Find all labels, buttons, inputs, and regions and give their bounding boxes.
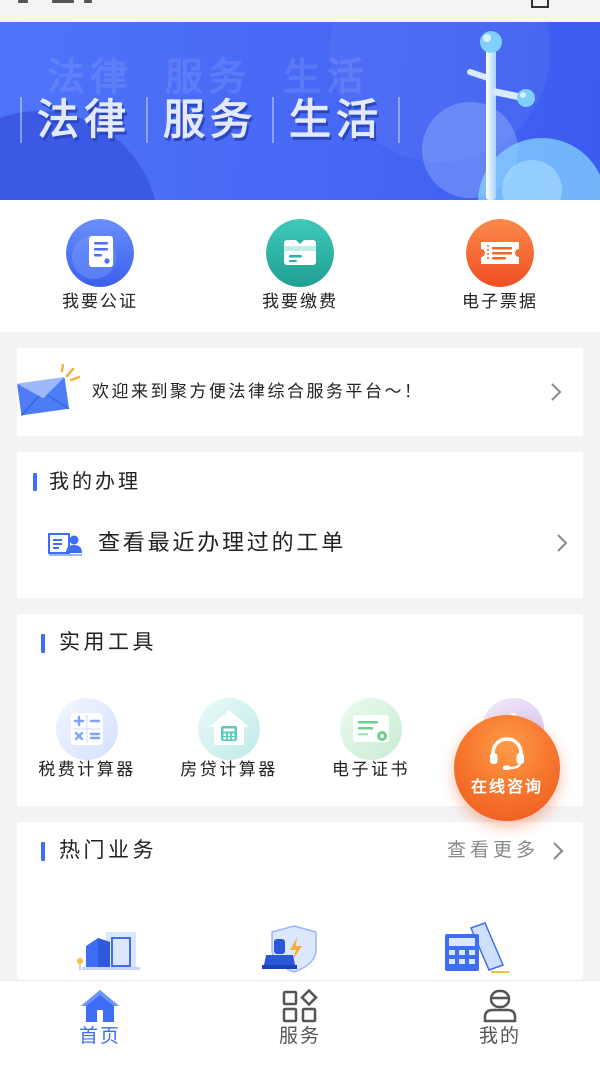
home-icon — [80, 989, 120, 1023]
recent-orders-row[interactable]: 查看最近办理过的工单 — [17, 518, 583, 570]
tab-services[interactable]: 服务 — [200, 981, 400, 1067]
status-mark — [52, 0, 74, 3]
chevron-right-icon[interactable] — [552, 841, 564, 861]
banner-word-law: 法律 — [20, 97, 146, 143]
tab-home[interactable]: 首页 — [0, 981, 200, 1067]
tool-tax-calculator[interactable]: 税费计算器 — [22, 698, 152, 780]
tool-label: 电子证书 — [332, 760, 410, 779]
banner-title: 法律 服务 生活 — [20, 97, 401, 143]
building-icon[interactable] — [76, 928, 142, 974]
section-title: 热门业务 — [59, 839, 157, 862]
quick-action-payment[interactable]: 我要缴费 — [200, 200, 400, 332]
tab-label: 首页 — [78, 1026, 121, 1047]
tab-mine[interactable]: 我的 — [400, 981, 600, 1067]
banner-ghost-word: 生活 — [283, 57, 370, 99]
ticket-icon — [466, 219, 534, 287]
notice-text: 欢迎来到聚方便法律综合服务平台～！ — [92, 382, 424, 401]
shield-stamp-icon[interactable] — [256, 924, 322, 974]
notary-document-icon — [66, 219, 134, 287]
headset-icon — [490, 737, 524, 770]
quick-actions: 我要公证 我要缴费 电子票据 — [0, 200, 600, 332]
id-card-icon — [48, 533, 82, 556]
section-accent-bar — [41, 842, 45, 861]
banner-word-life: 生活 — [272, 97, 401, 143]
tab-label: 我的 — [478, 1026, 521, 1047]
calculator-icon — [56, 698, 118, 760]
chevron-right-icon — [551, 383, 562, 401]
tool-label: 税费计算器 — [38, 760, 136, 779]
tool-e-certificate[interactable]: 电子证书 — [306, 698, 436, 780]
bottom-tab-bar: 首页 服务 我的 — [0, 980, 600, 1067]
battery-icon — [531, 0, 549, 8]
banner-ghost-word: 法律 — [47, 57, 134, 99]
tool-label: 房贷计算器 — [180, 760, 278, 779]
status-mark — [18, 0, 28, 3]
view-more-link[interactable]: 查看更多 — [447, 839, 539, 863]
banner-word-service: 服务 — [146, 97, 272, 143]
section-title: 我的办理 — [49, 471, 141, 493]
certificate-icon — [340, 698, 402, 760]
online-consult-button[interactable]: 在线咨询 — [454, 715, 560, 821]
tab-label: 服务 — [278, 1026, 321, 1047]
welcome-notice[interactable]: 欢迎来到聚方便法律综合服务平台～！ — [17, 348, 583, 436]
section-accent-bar — [41, 634, 45, 653]
user-icon — [482, 989, 518, 1023]
quick-action-e-receipt[interactable]: 电子票据 — [400, 200, 600, 332]
chevron-right-icon — [557, 534, 568, 552]
banner-ghost-word: 服务 — [165, 57, 252, 99]
grid-icon — [282, 989, 318, 1023]
envelope-icon — [17, 364, 81, 416]
section-accent-bar — [33, 473, 37, 491]
status-bar — [0, 0, 600, 22]
payment-card-icon — [266, 219, 334, 287]
house-calculator-icon — [198, 698, 260, 760]
hero-banner[interactable]: 法律 服务 生活 法律 服务 生活 — [0, 22, 600, 200]
section-title: 实用工具 — [59, 631, 157, 654]
online-consult-label: 在线咨询 — [470, 779, 543, 796]
quick-action-label: 我要缴费 — [262, 292, 338, 311]
banner-title-reflection: 法律 服务 生活 — [30, 57, 384, 99]
calculator-document-icon[interactable] — [441, 922, 511, 974]
status-mark — [84, 0, 92, 3]
my-affairs-section: 我的办理 查看最近办理过的工单 — [17, 452, 583, 598]
quick-action-label: 电子票据 — [462, 292, 538, 311]
quick-action-notary[interactable]: 我要公证 — [0, 200, 200, 332]
scale-of-justice-icon — [422, 31, 600, 200]
tool-mortgage-calculator[interactable]: 房贷计算器 — [164, 698, 294, 780]
quick-action-label: 我要公证 — [62, 292, 138, 311]
recent-orders-text: 查看最近办理过的工单 — [98, 530, 347, 555]
